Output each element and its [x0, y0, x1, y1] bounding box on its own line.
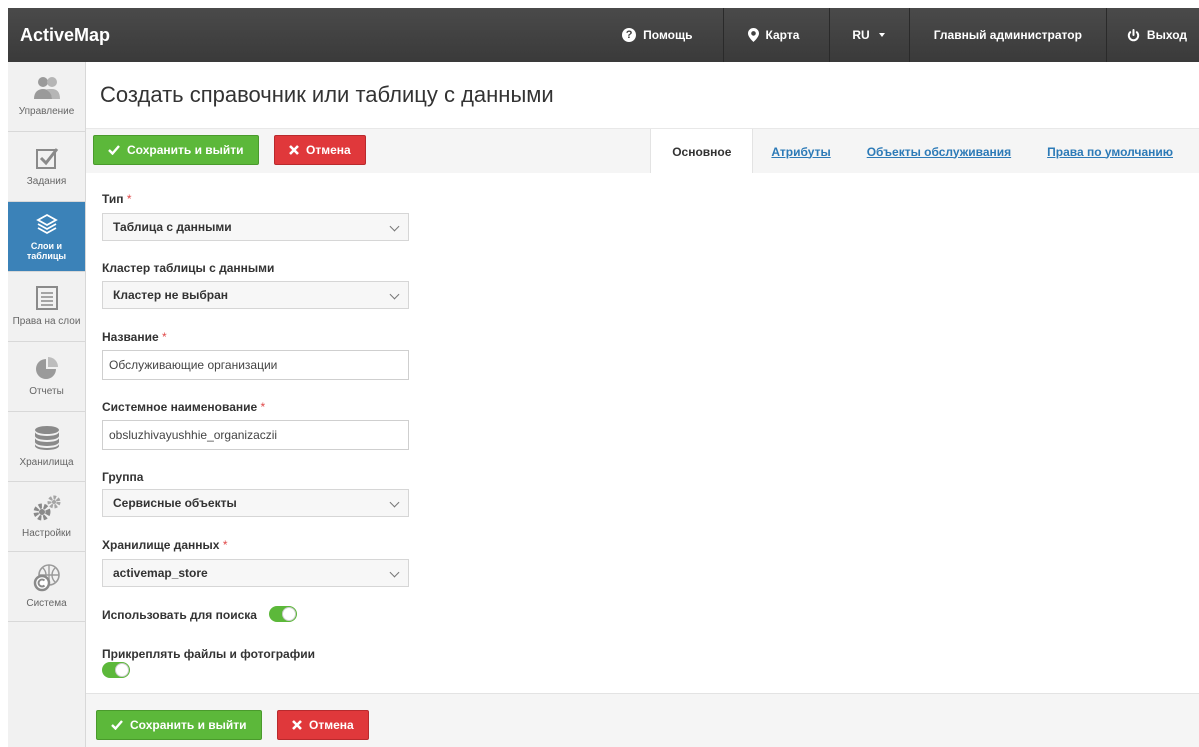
required-mark: * [260, 400, 266, 414]
tab-default-rights[interactable]: Права по умолчанию [1029, 129, 1191, 174]
database-icon [34, 426, 59, 450]
check-icon [108, 145, 120, 155]
save-and-exit-button[interactable]: Сохранить и выйти [93, 135, 259, 165]
required-mark: * [126, 192, 132, 206]
cluster-field-label: Кластер таблицы с данными [102, 261, 275, 275]
sidebar-item-layer-rights[interactable]: Права на слои [8, 272, 85, 342]
type-select-value: Таблица с данными [113, 220, 232, 234]
search-toggle[interactable] [269, 606, 297, 622]
language-label: RU [852, 28, 870, 42]
pie-chart-icon [35, 357, 58, 379]
check-icon [111, 720, 123, 730]
sidebar-item-tasks[interactable]: Задания [8, 132, 85, 202]
sidebar-item-label: Отчеты [29, 386, 64, 397]
attach-toggle[interactable] [102, 662, 130, 678]
close-icon [292, 720, 302, 730]
cancel-button-bottom[interactable]: Отмена [277, 710, 369, 740]
top-navbar: ActiveMap ? Помощь Карта RU Главный адми… [8, 8, 1199, 62]
map-link[interactable]: Карта [722, 8, 830, 62]
sidebar-item-system[interactable]: Система [8, 552, 85, 622]
tab-main[interactable]: Основное [650, 129, 754, 174]
sidebar-item-management[interactable]: Управление [8, 62, 85, 132]
map-label: Карта [765, 28, 800, 42]
storage-label-text: Хранилище данных [102, 538, 220, 552]
type-field-label: Тип * [102, 192, 132, 206]
name-label-text: Название [102, 330, 159, 344]
help-label: Помощь [643, 28, 693, 42]
sidebar-item-storages[interactable]: Хранилища [8, 412, 85, 482]
sidebar-item-reports[interactable]: Отчеты [8, 342, 85, 412]
type-label-text: Тип [102, 192, 124, 206]
form: Тип * Таблица с данными Кластер таблицы … [86, 173, 1199, 693]
cancel-label: Отмена [306, 143, 351, 157]
users-icon [33, 77, 60, 99]
map-marker-icon [747, 28, 759, 42]
group-select[interactable]: Сервисные объекты [102, 489, 409, 517]
name-field-label: Название * [102, 330, 167, 344]
sidebar-item-label: Система [26, 598, 67, 609]
storage-select-value: activemap_store [113, 566, 208, 580]
sidebar-item-label: Права на слои [12, 316, 81, 327]
group-field-label: Группа [102, 470, 144, 484]
cluster-select-value: Кластер не выбран [113, 288, 229, 302]
attach-toggle-label: Прикреплять файлы и фотографии [102, 647, 315, 661]
tab-service-objects[interactable]: Объекты обслуживания [849, 129, 1029, 174]
sidebar-item-settings[interactable]: Настройки [8, 482, 85, 552]
app-brand[interactable]: ActiveMap [8, 25, 602, 46]
search-toggle-label: Использовать для поиска [102, 608, 257, 622]
checkbox-icon [35, 148, 58, 169]
chevron-down-icon [389, 221, 400, 232]
tab-attributes[interactable]: Атрибуты [753, 129, 848, 174]
sidebar-item-layers[interactable]: Слои и таблицы [8, 202, 85, 272]
sidebar-item-label: Управление [18, 106, 75, 117]
cancel-button[interactable]: Отмена [274, 135, 366, 165]
user-menu[interactable]: Главный администратор [908, 8, 1106, 62]
system-name-field-label: Системное наименование * [102, 400, 265, 414]
sidebar-item-label: Задания [26, 176, 67, 187]
sidebar-item-label: Настройки [21, 528, 72, 539]
save-and-exit-button-bottom[interactable]: Сохранить и выйти [96, 710, 262, 740]
globe-icon [33, 564, 60, 592]
save-label: Сохранить и выйти [130, 718, 247, 732]
cancel-label: Отмена [309, 718, 354, 732]
list-icon [35, 286, 58, 310]
layers-icon [35, 213, 58, 234]
storage-select[interactable]: activemap_store [102, 559, 409, 587]
cluster-select[interactable]: Кластер не выбран [102, 281, 409, 309]
save-label: Сохранить и выйти [127, 143, 244, 157]
chevron-down-icon [389, 289, 400, 300]
main-content: Создать справочник или таблицу с данными… [86, 62, 1199, 747]
storage-field-label: Хранилище данных * [102, 538, 228, 552]
help-link[interactable]: ? Помощь [602, 8, 722, 62]
system-name-input[interactable] [102, 420, 409, 450]
user-name: Главный администратор [933, 28, 1082, 42]
sidebar-item-label: Хранилища [19, 457, 74, 468]
sidebar-item-label: Слои и таблицы [26, 240, 67, 261]
top-nav: ? Помощь Карта RU Главный администратор … [602, 8, 1199, 62]
close-icon [289, 145, 299, 155]
toggle-knob [115, 663, 129, 677]
gears-icon [33, 495, 60, 521]
logout-button[interactable]: Выход [1105, 8, 1199, 62]
chevron-down-icon [878, 33, 885, 37]
toggle-knob [282, 607, 296, 621]
name-input[interactable] [102, 350, 409, 380]
page-title: Создать справочник или таблицу с данными [100, 82, 554, 107]
group-select-value: Сервисные объекты [113, 496, 237, 510]
power-icon [1127, 28, 1140, 41]
required-mark: * [222, 538, 228, 552]
system-name-label-text: Системное наименование [102, 400, 258, 414]
chevron-down-icon [389, 567, 400, 578]
footer-actions: Сохранить и выйти Отмена [86, 693, 1199, 747]
required-mark: * [162, 330, 167, 344]
sidebar: Управление Задания Слои и таблицы Права … [8, 62, 86, 747]
tab-bar: Основное Атрибуты Объекты обслуживания П… [650, 129, 1191, 174]
language-dropdown[interactable]: RU [829, 8, 908, 62]
type-select[interactable]: Таблица с данными [102, 213, 409, 241]
help-icon: ? [622, 28, 637, 42]
chevron-down-icon [389, 497, 400, 508]
logout-label: Выход [1146, 28, 1187, 42]
